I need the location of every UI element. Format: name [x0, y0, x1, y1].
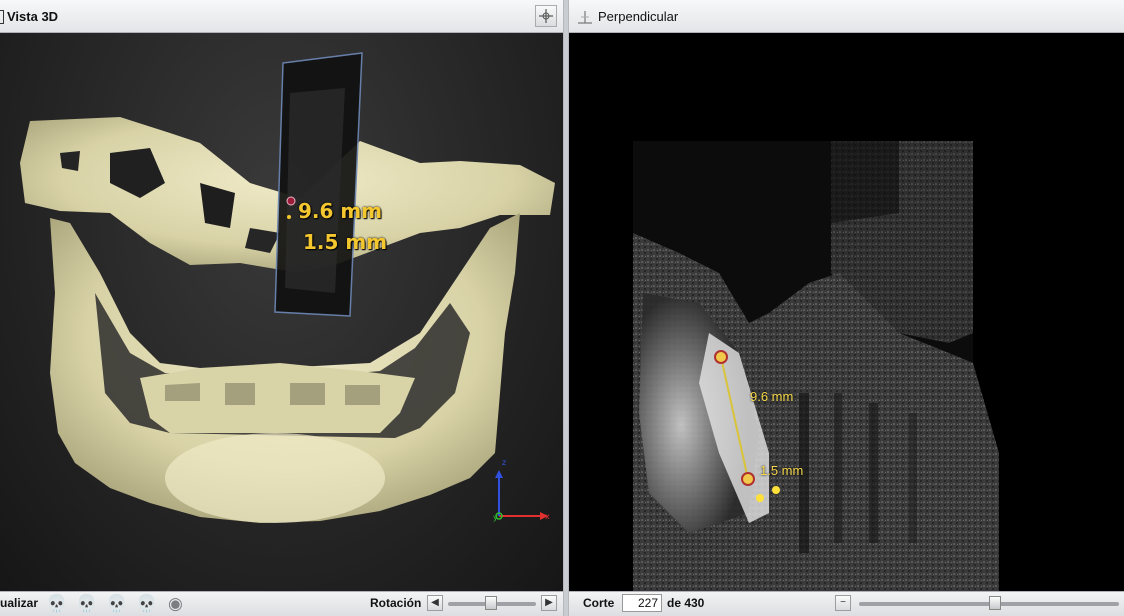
perpendicular-toolbar: Corte 227 de 430 −: [569, 591, 1124, 616]
ct-measurement-short: 1.5 mm: [760, 463, 804, 478]
3d-viewport[interactable]: x y z 9.6 mm 1.5 mm: [0, 33, 563, 592]
slice-label: Corte: [583, 596, 615, 610]
skull-side-icon[interactable]: 💀: [106, 594, 127, 614]
3d-measurement-short: 1.5 mm: [303, 230, 388, 254]
ct-measurement-long: 9.6 mm: [750, 389, 794, 404]
mandible-3d-model: x y z: [20, 52, 555, 523]
slice-slider-thumb[interactable]: [989, 596, 1001, 610]
perpendicular-titlebar: Perpendicular: [569, 0, 1124, 33]
visualize-label: ualizar: [0, 596, 39, 610]
3d-view-title: Vista 3D: [7, 9, 59, 24]
rotation-right-button[interactable]: ▶: [541, 595, 557, 611]
panel-icon: [0, 10, 4, 24]
rotation-slider-thumb[interactable]: [485, 596, 497, 610]
svg-text:z: z: [502, 458, 506, 467]
skull-top-icon[interactable]: 💀: [136, 594, 157, 614]
slice-decrement-button[interactable]: −: [835, 595, 851, 611]
perpendicular-viewport[interactable]: 9.6 mm 1.5 mm: [569, 33, 1124, 592]
3d-measurement-long: 9.6 mm: [298, 199, 383, 223]
move-view-button[interactable]: [535, 5, 557, 27]
3d-view-titlebar: Vista 3D: [0, 0, 563, 33]
perpendicular-title: Perpendicular: [598, 9, 679, 24]
move-crosshair-icon: [539, 9, 553, 23]
ct-cross-section-image: [633, 141, 999, 592]
slice-total-label: de 430: [667, 596, 705, 610]
rotation-label: Rotación: [370, 596, 422, 610]
perpendicular-view-panel: Perpendicular 9.6 mm 1.5 mm Corte 227 de…: [569, 0, 1124, 616]
skull-bone-icon[interactable]: ◉: [168, 594, 183, 614]
slice-number-input[interactable]: 227: [622, 594, 662, 612]
rotation-left-button[interactable]: ◀: [427, 595, 443, 611]
svg-text:y: y: [493, 513, 498, 522]
3d-view-toolbar: ualizar 💀 💀 💀 💀 ◉ Rotación ◀ ▶: [0, 591, 563, 616]
perpendicular-icon: [578, 11, 592, 24]
skull-front-icon[interactable]: 💀: [46, 594, 67, 614]
svg-text:x: x: [545, 512, 550, 521]
skull-side-icon[interactable]: 💀: [76, 594, 97, 614]
3d-view-panel: Vista 3D x y z 9.6 mm 1.5 mm ualizar 💀 💀…: [0, 0, 563, 616]
